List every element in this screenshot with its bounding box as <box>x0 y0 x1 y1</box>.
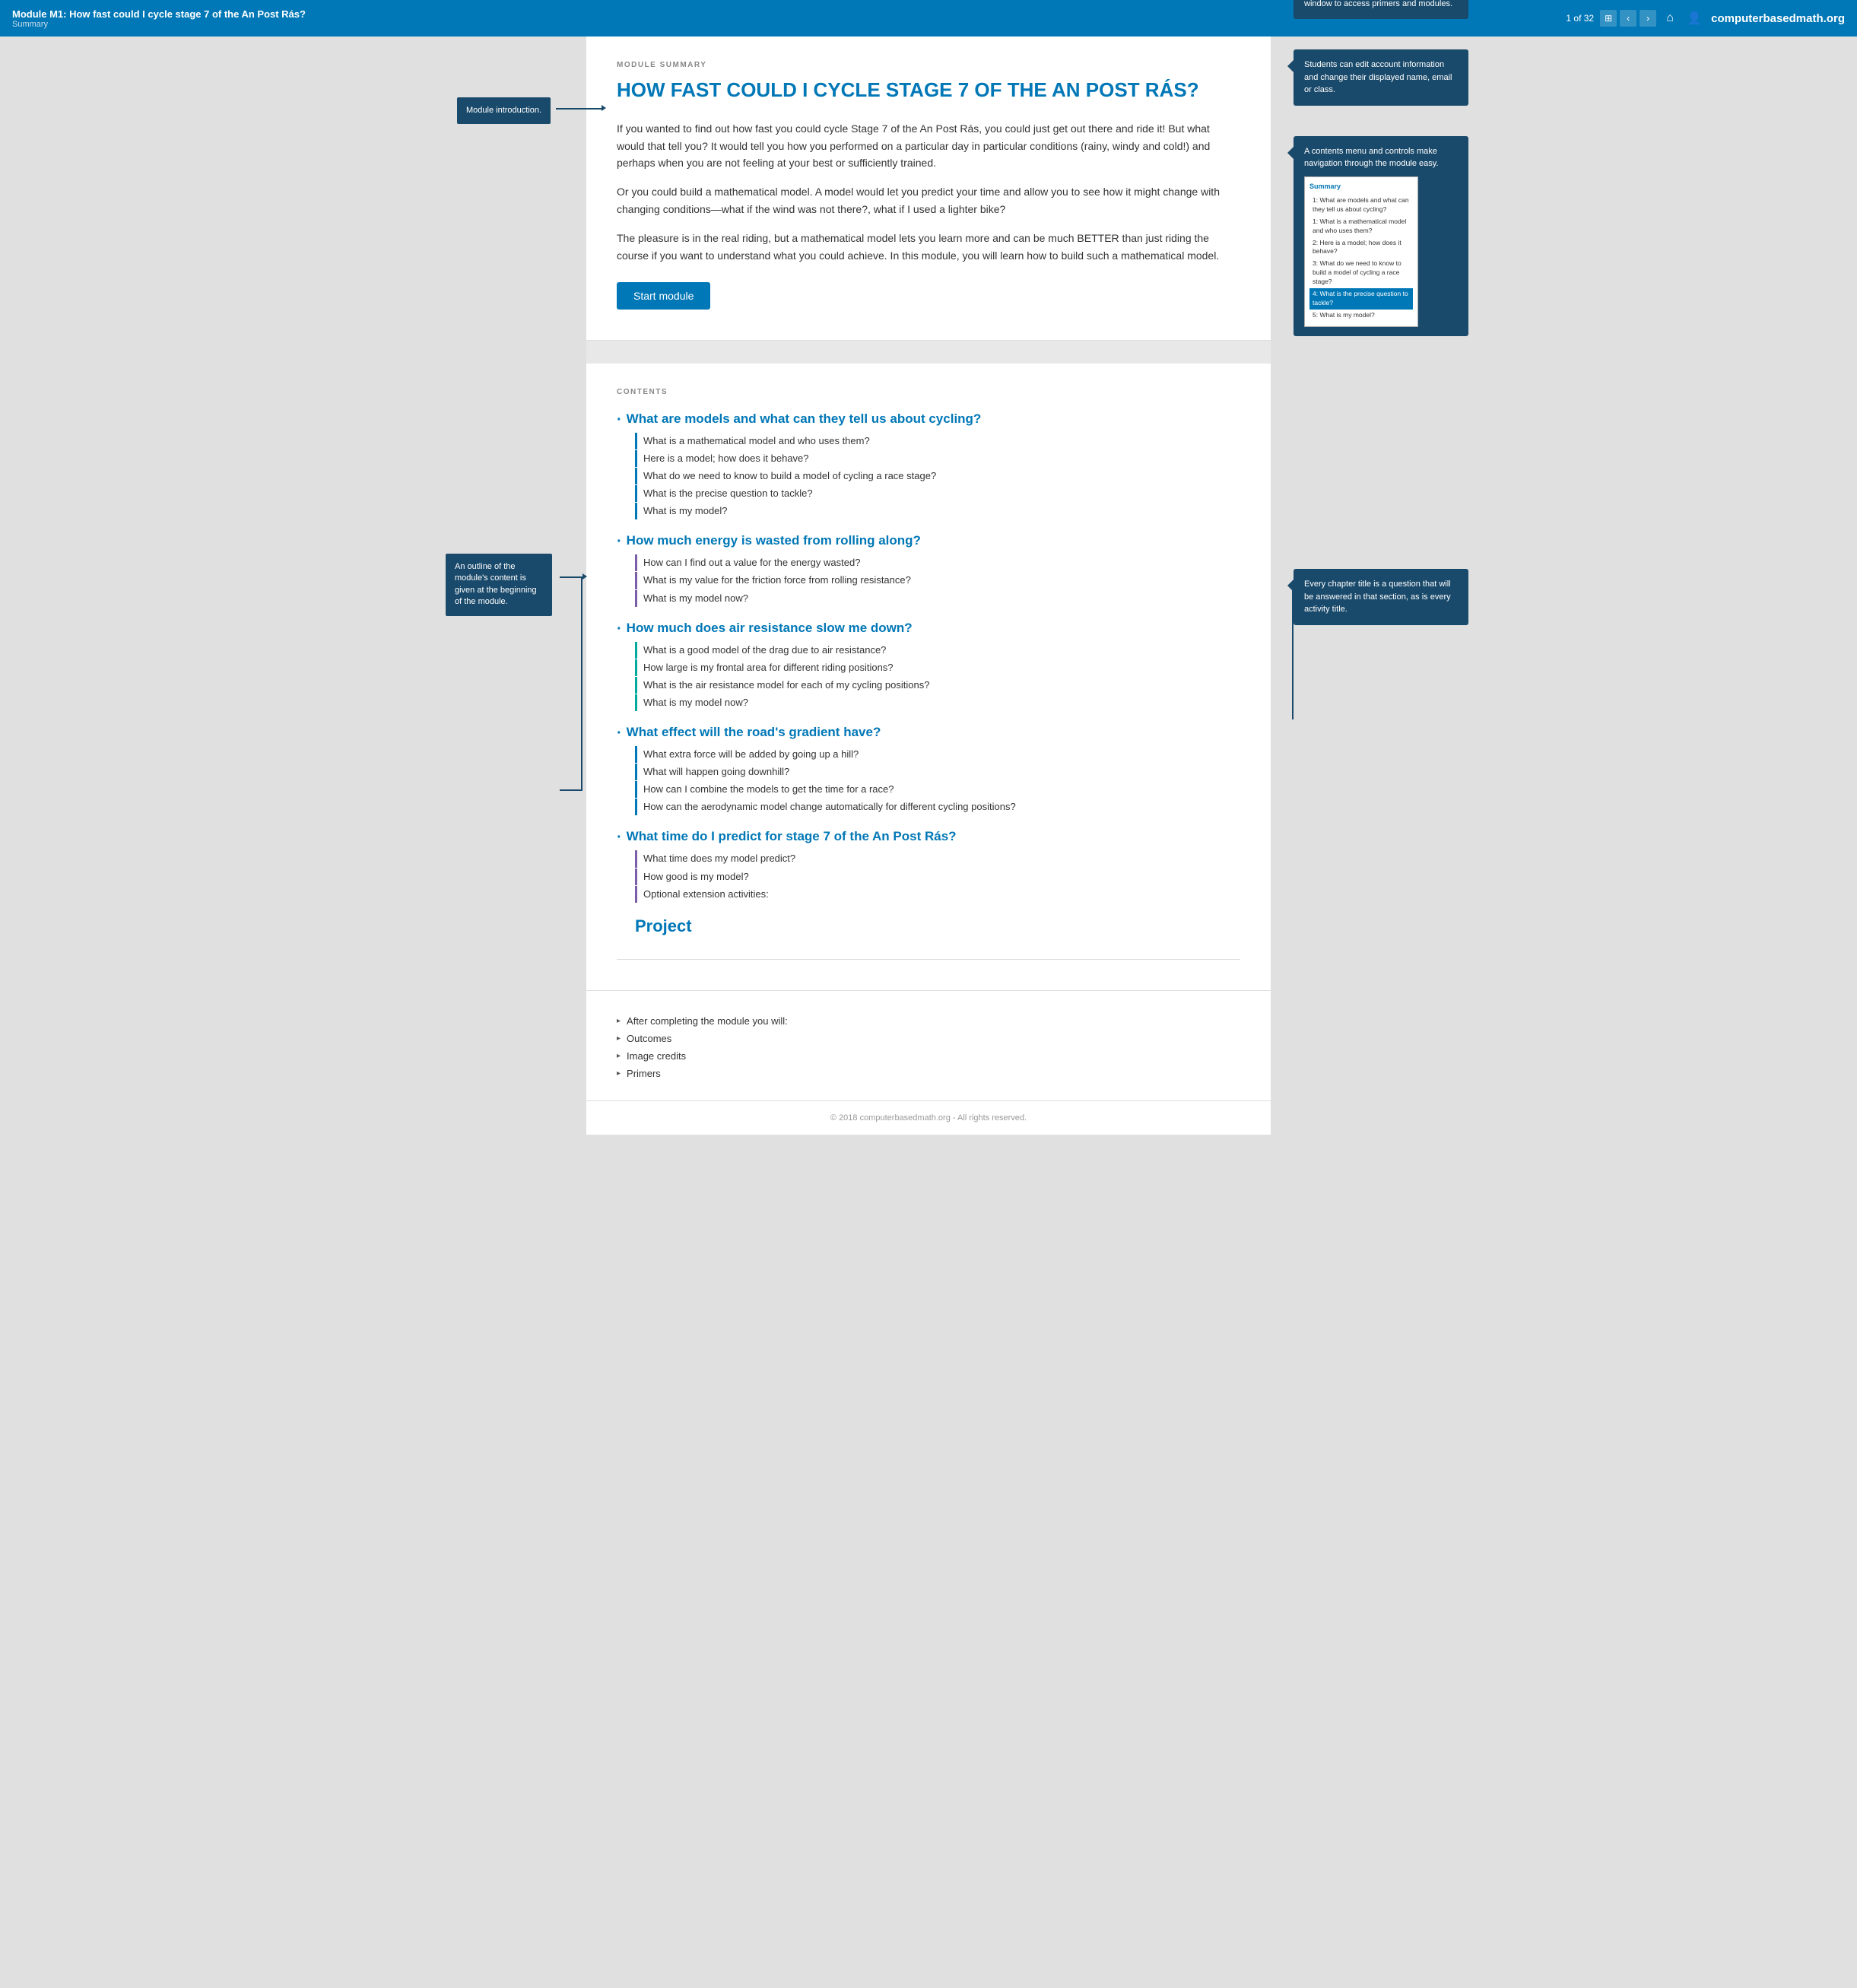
module-main-title: HOW FAST COULD I CYCLE STAGE 7 OF THE AN… <box>617 78 1240 102</box>
chapter-2-item-2[interactable]: What is my model now? <box>635 590 1240 607</box>
grid-view-button[interactable]: ⊞ <box>1600 10 1617 27</box>
chapter-4: What effect will the road's gradient hav… <box>617 725 1240 815</box>
chapter-1: What are models and what can they tell u… <box>617 411 1240 519</box>
chapter-1-items: What is a mathematical model and who use… <box>617 433 1240 519</box>
chapter-4-item-0[interactable]: What extra force will be added by going … <box>635 746 1240 763</box>
footer-link-0[interactable]: After completing the module you will: <box>617 1012 1240 1030</box>
chapter-3-item-3[interactable]: What is my model now? <box>635 694 1240 711</box>
module-para-2: Or you could build a mathematical model.… <box>617 183 1240 218</box>
chapter-4-item-2[interactable]: How can I combine the models to get the … <box>635 781 1240 798</box>
chapter-1-item-4[interactable]: What is my model? <box>635 503 1240 519</box>
start-module-button[interactable]: Start module <box>617 282 710 310</box>
chapter-4-item-3[interactable]: How can the aerodynamic model change aut… <box>635 799 1240 815</box>
nav-right-area: 1 of 32 ⊞ ‹ › ⌂ 👤 computerbasedmath.org <box>1563 8 1845 29</box>
chapter-5-title[interactable]: What time do I predict for stage 7 of th… <box>617 829 1240 846</box>
contents-label: CONTENTS <box>617 388 1240 396</box>
module-para-1: If you wanted to find out how fast you c… <box>617 120 1240 171</box>
mini-nav-item-4[interactable]: 4: What is the precise question to tackl… <box>1309 288 1413 310</box>
chapter-2-title[interactable]: How much energy is wasted from rolling a… <box>617 533 1240 550</box>
copyright-text: © 2018 computerbasedmath.org - All right… <box>586 1101 1271 1135</box>
module-title: Module M1: How fast could I cycle stage … <box>12 8 306 20</box>
contents-section: CONTENTS What are models and what can th… <box>586 364 1271 991</box>
account-callout: Students can edit account information an… <box>1294 49 1468 106</box>
chapter-questions-callout: Every chapter title is a question that w… <box>1294 569 1468 625</box>
chapter-5-item-1[interactable]: How good is my model? <box>635 869 1240 885</box>
prev-page-button[interactable]: ‹ <box>1620 10 1636 27</box>
chapter-1-item-3[interactable]: What is the precise question to tackle? <box>635 485 1240 502</box>
welcome-callout: Open the welcome screen in another windo… <box>1294 0 1468 19</box>
brand-suffix: .org <box>1824 12 1845 25</box>
chapter-3: How much does air resistance slow me dow… <box>617 621 1240 711</box>
user-account-button[interactable]: 👤 <box>1684 8 1705 29</box>
home-button[interactable]: ⌂ <box>1659 8 1681 29</box>
chapter-2: How much energy is wasted from rolling a… <box>617 533 1240 606</box>
mini-nav-item-5[interactable]: 5: What is my model? <box>1309 310 1413 322</box>
section-spacer <box>586 341 1271 364</box>
top-navigation: Module M1: How fast could I cycle stage … <box>0 0 1857 37</box>
project-label[interactable]: Project <box>617 916 1240 936</box>
chapter-5: What time do I predict for stage 7 of th… <box>617 829 1240 902</box>
page-controls: 1 of 32 ⊞ ‹ › ⌂ 👤 <box>1563 8 1705 29</box>
contents-nav-callout: A contents menu and controls make naviga… <box>1294 136 1468 336</box>
chapter-1-item-1[interactable]: Here is a model; how does it behave? <box>635 450 1240 467</box>
module-body: If you wanted to find out how fast you c… <box>617 120 1240 264</box>
chapter-4-item-1[interactable]: What will happen going downhill? <box>635 764 1240 780</box>
outline-annotation: An outline of the module's content is gi… <box>446 554 552 616</box>
chapter-3-item-1[interactable]: How large is my frontal area for differe… <box>635 659 1240 676</box>
footer-link-1[interactable]: Outcomes <box>617 1030 1240 1047</box>
chapter-3-item-0[interactable]: What is a good model of the drag due to … <box>635 642 1240 659</box>
module-subtitle: Summary <box>12 20 306 29</box>
chapter-2-item-0[interactable]: How can I find out a value for the energ… <box>635 554 1240 571</box>
chapter-2-item-1[interactable]: What is my value for the friction force … <box>635 572 1240 589</box>
chapter-1-title[interactable]: What are models and what can they tell u… <box>617 411 1240 428</box>
chapter-3-item-2[interactable]: What is the air resistance model for eac… <box>635 677 1240 694</box>
mini-nav-item-3[interactable]: 3: What do we need to know to build a mo… <box>1309 258 1413 288</box>
module-label: MODULE SUMMARY <box>617 61 1240 69</box>
chapter-3-title[interactable]: How much does air resistance slow me dow… <box>617 621 1240 637</box>
chapter-5-item-0[interactable]: What time does my model predict? <box>635 850 1240 867</box>
chapter-4-title[interactable]: What effect will the road's gradient hav… <box>617 725 1240 742</box>
brand-logo: computerbasedmath.org <box>1711 12 1845 25</box>
mini-nav-item-1[interactable]: 1: What is a mathematical model and who … <box>1309 216 1413 237</box>
mini-nav-summary-label: Summary <box>1309 182 1413 192</box>
module-para-3: The pleasure is in the real riding, but … <box>617 230 1240 264</box>
chapter-4-items: What extra force will be added by going … <box>617 746 1240 815</box>
footer-link-3[interactable]: Primers <box>617 1065 1240 1082</box>
chapter-5-item-2[interactable]: Optional extension activities: <box>635 886 1240 903</box>
footer-links-section: After completing the module you will: Ou… <box>586 991 1271 1101</box>
mini-nav-item-0[interactable]: 1: What are models and what can they tel… <box>1309 195 1413 216</box>
module-intro-annotation: Module introduction. <box>457 97 551 124</box>
chapter-5-items: What time does my model predict? How goo… <box>617 850 1240 902</box>
chapter-3-items: What is a good model of the drag due to … <box>617 642 1240 711</box>
chapter-2-items: How can I find out a value for the energ… <box>617 554 1240 606</box>
mini-nav-item-2[interactable]: 2: Here is a model; how does it behave? <box>1309 237 1413 259</box>
nav-title-area: Module M1: How fast could I cycle stage … <box>12 8 306 29</box>
next-page-button[interactable]: › <box>1640 10 1656 27</box>
footer-link-2[interactable]: Image credits <box>617 1047 1240 1065</box>
module-intro-section: MODULE SUMMARY HOW FAST COULD I CYCLE ST… <box>586 37 1271 341</box>
chapter-1-item-0[interactable]: What is a mathematical model and who use… <box>635 433 1240 449</box>
page-indicator: 1 of 32 <box>1566 13 1594 24</box>
chapter-1-item-2[interactable]: What do we need to know to build a model… <box>635 468 1240 484</box>
